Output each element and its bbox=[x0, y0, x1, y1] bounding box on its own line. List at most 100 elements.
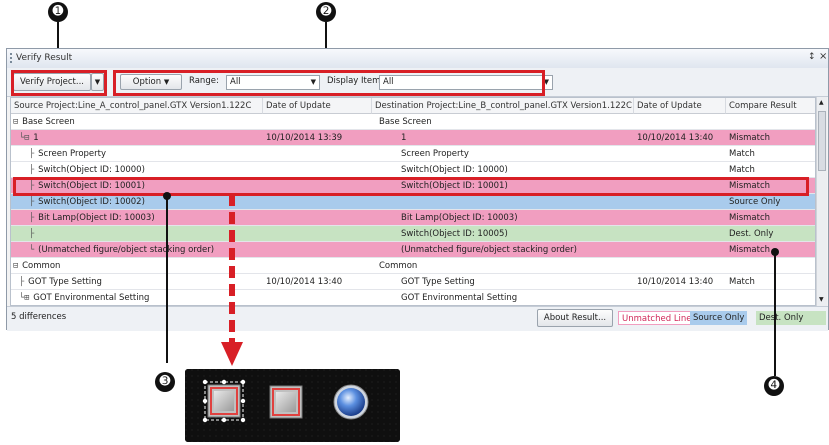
callout-badge-1: ➊ bbox=[48, 2, 68, 22]
compare-result-cell bbox=[729, 258, 815, 274]
source-date-cell bbox=[266, 146, 372, 162]
table-row[interactable]: ⊟ Common Common bbox=[11, 258, 815, 274]
compare-result-cell: Dest. Only bbox=[729, 229, 774, 239]
column-header-destination-date[interactable]: Date of Update bbox=[634, 98, 726, 114]
table-row[interactable]: └ (Unmatched figure/object stacking order… bbox=[11, 242, 815, 258]
source-item-text: GOT Type Setting bbox=[28, 277, 102, 287]
destination-date-cell: 10/10/2014 13:40 bbox=[637, 133, 714, 143]
table-row[interactable]: ├ Screen Property Screen Property Match bbox=[11, 146, 815, 162]
tree-connector-icon[interactable]: ⊟ bbox=[13, 117, 18, 127]
source-date-cell bbox=[266, 226, 372, 242]
destination-date-cell bbox=[637, 242, 726, 258]
destination-item-cell: GOT Environmental Setting bbox=[379, 290, 633, 305]
source-item-cell: ⊟ Base Screen bbox=[13, 114, 263, 130]
legend-unmatched-line: Unmatched Line bbox=[618, 311, 696, 325]
destination-item-text: Base Screen bbox=[379, 117, 432, 127]
source-date-cell bbox=[266, 290, 372, 305]
destination-item-text: GOT Environmental Setting bbox=[401, 293, 518, 303]
title-bar: Verify Result ↕ × bbox=[7, 49, 828, 69]
destination-item-text: GOT Type Setting bbox=[401, 277, 475, 287]
highlight-mismatch-row bbox=[13, 177, 809, 196]
source-item-text: Switch(Object ID: 10002) bbox=[38, 197, 145, 207]
tree-connector-icon[interactable]: ├ bbox=[19, 277, 24, 287]
callout-stem-3 bbox=[166, 198, 168, 363]
source-item-text: Base Screen bbox=[22, 117, 75, 127]
tree-connector-icon[interactable]: ├ bbox=[29, 165, 34, 175]
table-row[interactable]: ├ Switch(Object ID: 10000) Switch(Object I… bbox=[11, 162, 815, 178]
source-item-cell: └⊟ 1 bbox=[13, 130, 263, 146]
source-date-cell bbox=[266, 258, 372, 274]
callout-stem-4 bbox=[774, 254, 776, 376]
destination-date-cell bbox=[637, 258, 726, 274]
drag-grip-icon[interactable] bbox=[10, 53, 14, 63]
highlight-verify-project bbox=[11, 70, 107, 96]
column-header-destination[interactable]: Destination Project:Line_B_control_panel… bbox=[372, 98, 634, 114]
table-row[interactable]: └⊟ 1 10/10/2014 13:39 1 10/10/2014 13:40 Mism… bbox=[11, 130, 815, 146]
compare-result-cell: Source Only bbox=[729, 197, 781, 207]
source-date-cell: 10/10/2014 13:39 bbox=[266, 133, 343, 143]
tree-connector-icon[interactable]: └ bbox=[29, 245, 34, 255]
destination-date-cell bbox=[637, 162, 726, 178]
source-item-text: Switch(Object ID: 10000) bbox=[38, 165, 145, 175]
tree-connector-icon[interactable]: ├ bbox=[29, 197, 34, 207]
about-result-label: About Result... bbox=[543, 313, 607, 323]
destination-item-cell: 1 bbox=[379, 130, 633, 146]
source-item-text: Common bbox=[22, 261, 61, 271]
scroll-up-icon[interactable]: ▲ bbox=[819, 99, 824, 106]
source-item-text: Bit Lamp(Object ID: 10003) bbox=[38, 213, 155, 223]
destination-item-cell: Common bbox=[379, 258, 633, 274]
source-item-text: GOT Environmental Setting bbox=[33, 293, 150, 303]
dashed-down-arrow bbox=[221, 194, 243, 366]
tree-connector-icon[interactable]: ├ bbox=[29, 213, 34, 223]
destination-item-cell: (Unmatched figure/object stacking order) bbox=[379, 242, 633, 258]
about-result-button[interactable]: About Result... bbox=[537, 309, 613, 327]
source-date-cell bbox=[266, 114, 372, 130]
compare-result-cell bbox=[729, 290, 815, 305]
vertical-scrollbar[interactable]: ▲ ▼ bbox=[816, 97, 827, 306]
tree-connector-icon[interactable]: ⊟ bbox=[13, 261, 18, 271]
tree-connector-icon[interactable]: └⊞ bbox=[19, 293, 29, 303]
destination-date-cell bbox=[637, 290, 726, 305]
callout-badge-4: ➍ bbox=[764, 376, 784, 396]
source-date-cell bbox=[266, 210, 372, 226]
tree-connector-icon[interactable]: └⊟ bbox=[19, 133, 29, 143]
source-date-cell bbox=[266, 194, 372, 210]
scrollbar-thumb[interactable] bbox=[818, 111, 826, 171]
source-item-text: 1 bbox=[33, 133, 39, 143]
compare-result-cell: Match bbox=[729, 149, 755, 159]
tree-connector-icon[interactable]: ├ bbox=[29, 149, 34, 159]
bit-lamp-object[interactable] bbox=[333, 384, 369, 420]
destination-date-cell bbox=[637, 146, 726, 162]
column-header-compare-result[interactable]: Compare Result bbox=[726, 98, 815, 114]
scroll-down-icon[interactable]: ▼ bbox=[819, 296, 824, 303]
table-row[interactable]: ├ Switch(Object ID: 10002) Source Only bbox=[11, 194, 815, 210]
destination-item-text: Switch(Object ID: 10005) bbox=[401, 229, 508, 239]
destination-item-text: (Unmatched figure/object stacking order) bbox=[401, 245, 577, 255]
table-row[interactable]: ├ Bit Lamp(Object ID: 10003) Bit Lamp(Obje… bbox=[11, 210, 815, 226]
compare-result-cell: Match bbox=[729, 165, 755, 175]
legend-source-only: Source Only bbox=[690, 311, 748, 325]
destination-item-text: 1 bbox=[401, 133, 407, 143]
window-title: Verify Result bbox=[16, 53, 73, 63]
switch-object[interactable] bbox=[269, 385, 303, 419]
tree-connector-icon[interactable]: ├ bbox=[29, 229, 34, 239]
switch-object-selected[interactable] bbox=[202, 379, 246, 423]
source-item-cell: ├ Screen Property bbox=[13, 146, 263, 162]
column-header-source-date[interactable]: Date of Update bbox=[263, 98, 372, 114]
highlight-toolbar-options bbox=[113, 70, 545, 96]
table-row[interactable]: ⊟ Base Screen Base Screen bbox=[11, 114, 815, 130]
pin-icon[interactable]: ↕ bbox=[808, 52, 816, 62]
destination-item-text: Common bbox=[379, 261, 418, 271]
close-icon[interactable]: × bbox=[819, 51, 827, 62]
compare-result-cell: Mismatch bbox=[729, 213, 771, 223]
table-row[interactable]: ├ Switch(Object ID: 10005) Dest. Only bbox=[11, 226, 815, 242]
destination-item-text: Bit Lamp(Object ID: 10003) bbox=[401, 213, 518, 223]
destination-item-cell: Screen Property bbox=[379, 146, 633, 162]
legend-dest-only: Dest. Only bbox=[756, 311, 826, 325]
column-header-source[interactable]: Source Project:Line_A_control_panel.GTX … bbox=[11, 98, 263, 114]
table-row[interactable]: └⊞ GOT Environmental Setting GOT Environme… bbox=[11, 290, 815, 305]
compare-result-table: Source Project:Line_A_control_panel.GTX … bbox=[10, 97, 816, 306]
destination-item-cell: Switch(Object ID: 10000) bbox=[379, 162, 633, 178]
table-row[interactable]: ├ GOT Type Setting 10/10/2014 13:40 GOT Typ… bbox=[11, 274, 815, 290]
compare-result-cell: Mismatch bbox=[729, 133, 771, 143]
